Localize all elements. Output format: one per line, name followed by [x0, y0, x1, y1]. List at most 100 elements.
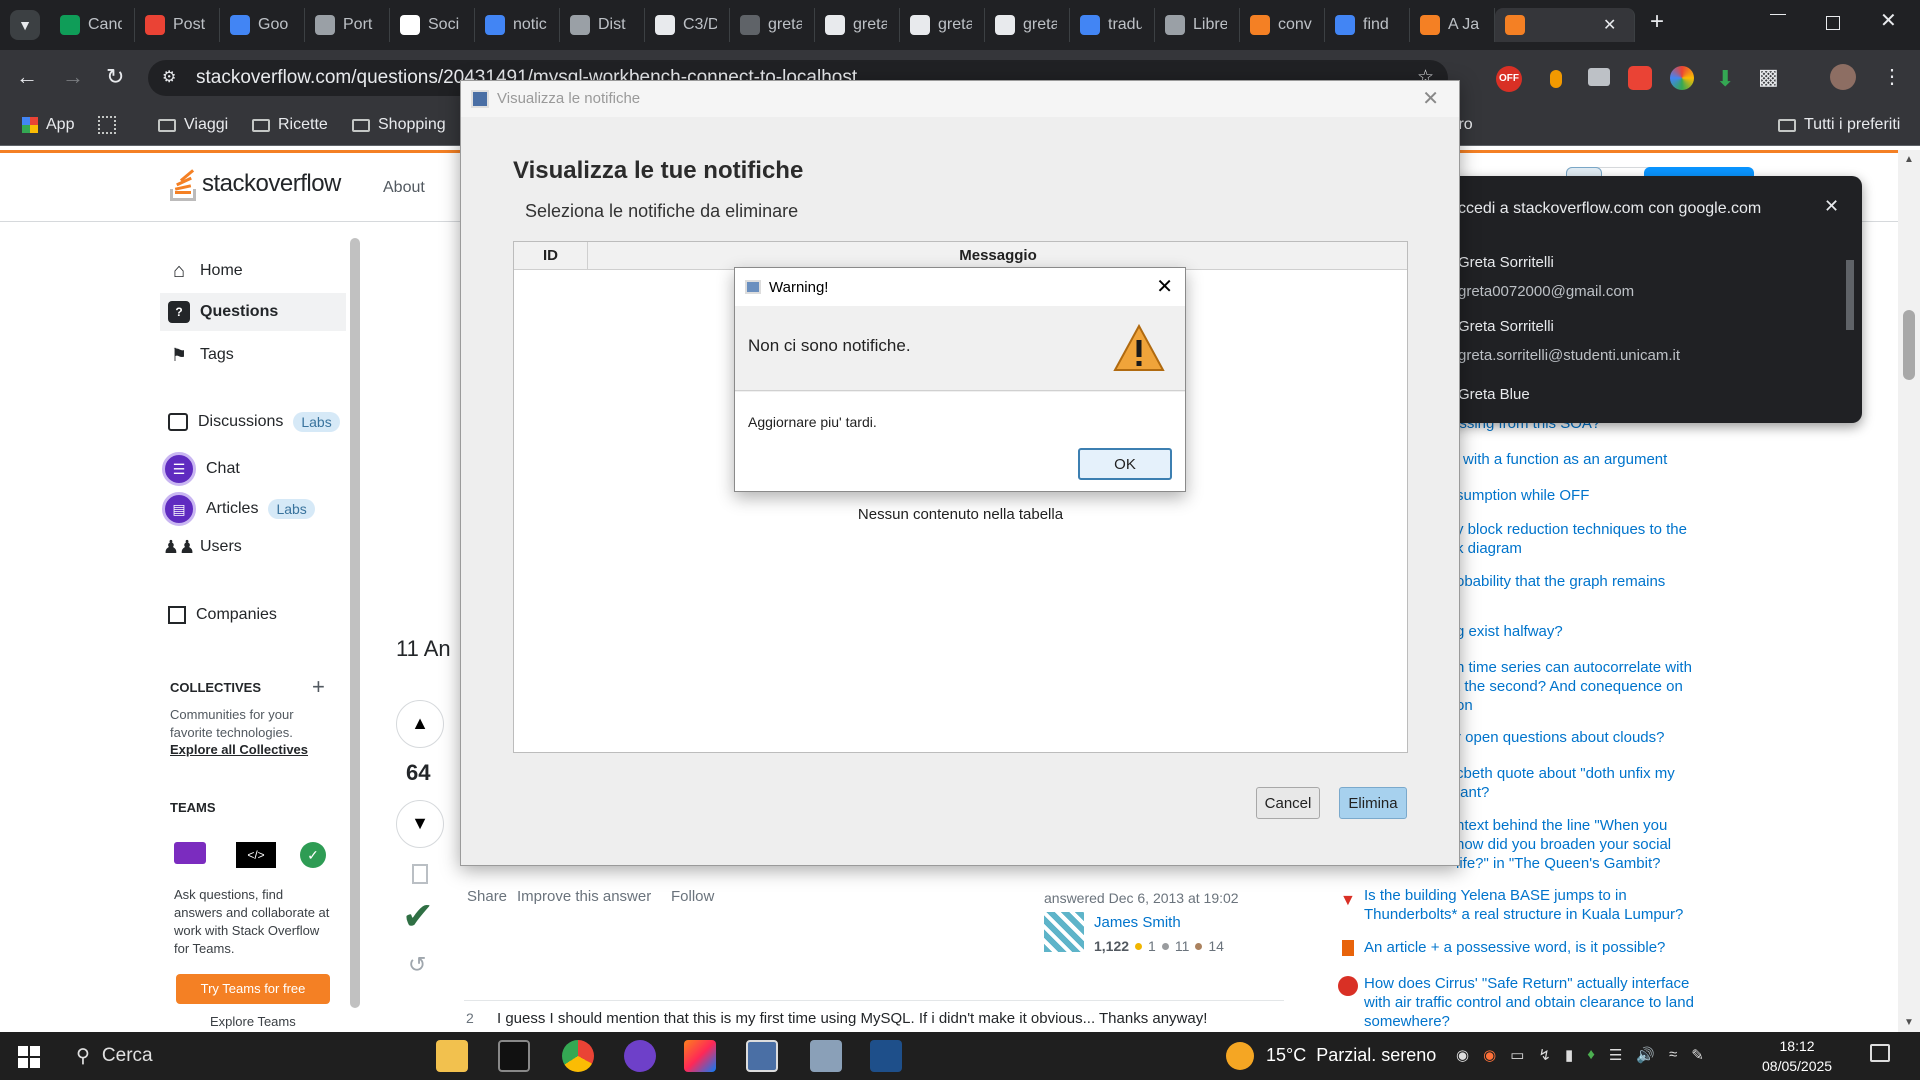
- clock[interactable]: 18:12 08/05/2025: [1762, 1036, 1832, 1076]
- dialog-close-icon[interactable]: ✕: [1422, 81, 1439, 117]
- scroll-down-arrow-icon[interactable]: ▼: [1904, 1017, 1914, 1028]
- so-logo[interactable]: stackoverflow: [170, 167, 341, 201]
- reload-icon[interactable]: ↻: [106, 64, 124, 90]
- browser-tab[interactable]: greta: [985, 8, 1070, 42]
- browser-tab[interactable]: Goo: [220, 8, 305, 42]
- hot-question-1[interactable]: ' with a function as an argument: [1456, 450, 1796, 469]
- pen-icon[interactable]: ✎: [1691, 1046, 1704, 1066]
- google-popup-scrollbar[interactable]: [1844, 246, 1856, 406]
- browser-tab[interactable]: greta: [815, 8, 900, 42]
- user-avatar[interactable]: [1044, 912, 1084, 952]
- warning-close-icon[interactable]: ✕: [1156, 274, 1173, 299]
- forward-arrow-icon[interactable]: →: [62, 64, 84, 90]
- bookmark-icon[interactable]: [412, 864, 428, 884]
- hot-question-2[interactable]: sumption while OFF: [1456, 486, 1796, 505]
- wifi-icon[interactable]: ≈: [1669, 1046, 1677, 1066]
- tray-language-icon[interactable]: ☰: [1609, 1046, 1622, 1066]
- hot-question-11[interactable]: An article + a possessive word, is it po…: [1364, 938, 1704, 957]
- google-account-1[interactable]: Greta Sorritelli greta.sorritelli@studen…: [1458, 318, 1798, 364]
- bookmark-grid[interactable]: [98, 116, 116, 134]
- google-popup-close-icon[interactable]: ✕: [1824, 196, 1839, 217]
- hot-question-9[interactable]: ntext behind the line "When you how did …: [1456, 816, 1696, 873]
- about-link[interactable]: About: [383, 179, 425, 197]
- tab-close-icon[interactable]: ✕: [1603, 15, 1616, 35]
- puzzle-icon[interactable]: ▩: [1758, 64, 1779, 90]
- browser-tab-active[interactable]: ✕: [1495, 8, 1635, 42]
- nav-chat[interactable]: ☰ Chat: [162, 452, 240, 486]
- history-icon[interactable]: ↺: [408, 952, 426, 978]
- bookmark-ricette[interactable]: Ricette: [252, 116, 328, 134]
- browser-tab[interactable]: Dist: [560, 8, 645, 42]
- column-header-messaggio[interactable]: Messaggio: [589, 242, 1407, 270]
- extension-red-icon[interactable]: [1628, 66, 1652, 90]
- bookmark-apps[interactable]: App: [22, 116, 74, 134]
- add-collective-icon[interactable]: +: [312, 674, 325, 700]
- elimina-button[interactable]: Elimina: [1339, 787, 1407, 819]
- browser-tab[interactable]: greta: [900, 8, 985, 42]
- taskbar-search[interactable]: ⚲ Cerca: [62, 1040, 412, 1072]
- browser-tab[interactable]: find: [1325, 8, 1410, 42]
- nav-companies[interactable]: Companies: [168, 606, 277, 624]
- menu-dots-icon[interactable]: ⋮: [1882, 64, 1902, 89]
- nav-users[interactable]: ♟♟ Users: [163, 536, 242, 558]
- browser-tab[interactable]: greta: [730, 8, 815, 42]
- hot-question-10[interactable]: Is the building Yelena BASE jumps to in …: [1364, 886, 1704, 924]
- scroll-up-arrow-icon[interactable]: ▲: [1904, 154, 1914, 165]
- follow-link[interactable]: Follow: [671, 888, 714, 905]
- cancel-button[interactable]: Cancel: [1256, 787, 1320, 819]
- hot-question-3[interactable]: y block reduction techniques to the k di…: [1456, 520, 1696, 558]
- camera-icon[interactable]: [1588, 68, 1610, 86]
- chrome-icon[interactable]: [562, 1040, 594, 1072]
- browser-tab[interactable]: notic: [475, 8, 560, 42]
- nav-discussions[interactable]: Discussions Labs: [168, 412, 340, 432]
- mysql-workbench-icon[interactable]: [810, 1040, 842, 1072]
- vscode-remote-icon[interactable]: [870, 1040, 902, 1072]
- hot-question-6[interactable]: n time series can autocorrelate with t t…: [1456, 658, 1696, 715]
- windows-start-icon[interactable]: [18, 1046, 40, 1068]
- notifications-icon[interactable]: [1870, 1044, 1890, 1062]
- tray-firefox-icon[interactable]: ◉: [1483, 1046, 1496, 1066]
- explore-collectives-link[interactable]: Explore all Collectives: [170, 742, 308, 757]
- explore-teams-link[interactable]: Explore Teams: [210, 1014, 296, 1029]
- try-teams-button[interactable]: Try Teams for free: [176, 974, 330, 1004]
- maximize-button[interactable]: [1826, 16, 1840, 30]
- browser-tab[interactable]: A Ja: [1410, 8, 1495, 42]
- site-info-icon[interactable]: ⚙: [162, 60, 176, 96]
- page-scrollbar[interactable]: ▲ ▼: [1898, 150, 1920, 1032]
- downvote-button[interactable]: ▼: [396, 800, 444, 848]
- hot-question-7[interactable]: r open questions about clouds?: [1456, 728, 1796, 747]
- tray-app-icon[interactable]: ◉: [1456, 1046, 1469, 1066]
- nav-home[interactable]: ⌂ Home: [168, 260, 243, 282]
- hot-question-5[interactable]: g exist halfway?: [1456, 622, 1796, 641]
- new-tab-button[interactable]: +: [1650, 8, 1664, 36]
- tray-battery-icon[interactable]: ▮: [1565, 1046, 1573, 1066]
- user-name-link[interactable]: James Smith: [1094, 914, 1181, 931]
- hot-question-12[interactable]: How does Cirrus' "Safe Return" actually …: [1364, 974, 1704, 1031]
- browser-tab[interactable]: Cand: [50, 8, 135, 42]
- github-desktop-icon[interactable]: [624, 1040, 656, 1072]
- intellij-icon[interactable]: [684, 1040, 716, 1072]
- browser-tab[interactable]: C3/D: [645, 8, 730, 42]
- bookmark-all[interactable]: Tutti i preferiti: [1778, 116, 1900, 134]
- column-header-id[interactable]: ID: [514, 242, 588, 270]
- extension-color-icon[interactable]: [1670, 66, 1694, 90]
- bookmark-viaggi[interactable]: Viaggi: [158, 116, 228, 134]
- browser-tab[interactable]: tradu: [1070, 8, 1155, 42]
- volume-icon[interactable]: 🔊: [1636, 1046, 1655, 1066]
- adblock-off-icon[interactable]: OFF: [1496, 66, 1522, 92]
- browser-tab[interactable]: Soci: [390, 8, 475, 42]
- scroll-thumb[interactable]: [1903, 310, 1915, 380]
- download-icon[interactable]: ⬇: [1716, 66, 1734, 92]
- google-account-2[interactable]: Greta Blue: [1458, 386, 1798, 403]
- tray-shield-icon[interactable]: ♦: [1587, 1046, 1595, 1066]
- browser-tab[interactable]: Libre: [1155, 8, 1240, 42]
- google-account-0[interactable]: Greta Sorritelli greta0072000@gmail.com: [1458, 254, 1798, 300]
- file-explorer-icon[interactable]: [436, 1040, 468, 1072]
- close-window-button[interactable]: ✕: [1880, 8, 1897, 33]
- bookmark-shopping[interactable]: Shopping: [352, 116, 446, 134]
- weather-text[interactable]: 15°C Parzial. sereno: [1266, 1045, 1436, 1066]
- minimize-button[interactable]: [1770, 14, 1786, 15]
- nav-questions[interactable]: ? Questions: [160, 293, 346, 331]
- share-link[interactable]: Share: [467, 888, 507, 905]
- extension-orange-icon[interactable]: [1550, 70, 1562, 88]
